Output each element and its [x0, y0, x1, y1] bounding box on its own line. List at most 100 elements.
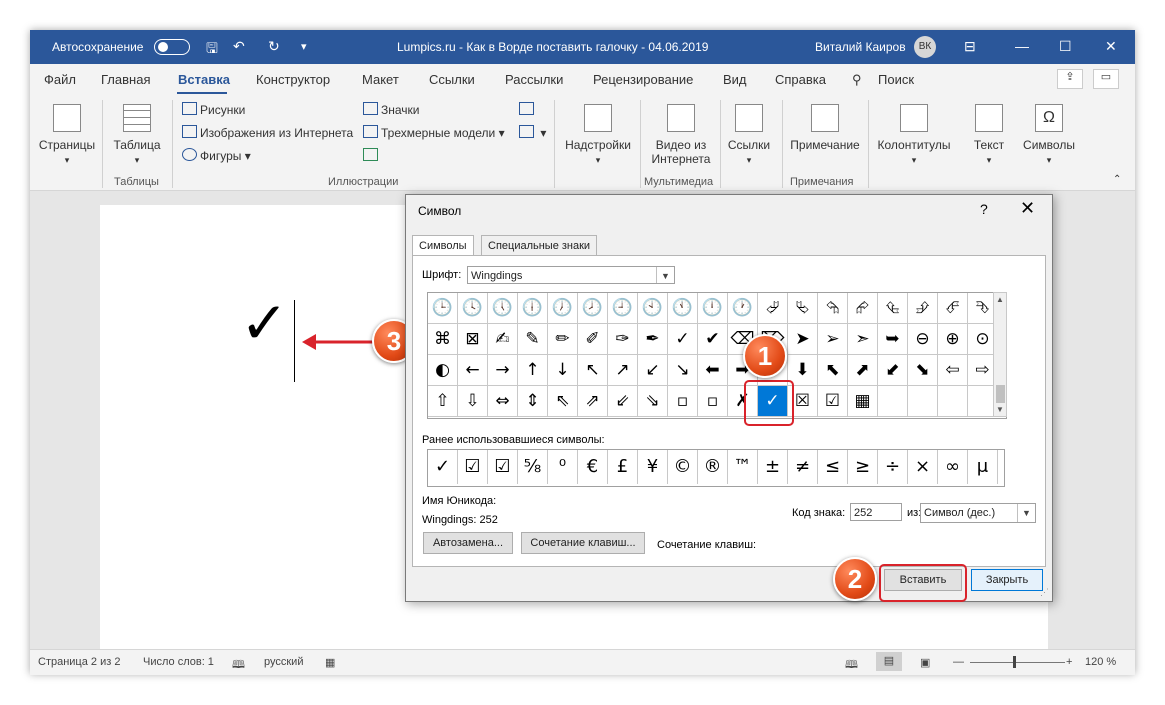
- recent-symbol-cell[interactable]: €: [578, 450, 608, 484]
- tab-review[interactable]: Рецензирование: [593, 72, 693, 87]
- macro-icon[interactable]: ▦: [325, 656, 335, 669]
- symbol-cell[interactable]: ←: [458, 355, 488, 386]
- symbol-cell[interactable]: ✏: [548, 324, 578, 355]
- recent-symbol-cell[interactable]: ≠: [788, 450, 818, 484]
- symbol-cell[interactable]: ➣: [848, 324, 878, 355]
- symbol-cell[interactable]: ⮳: [848, 293, 878, 324]
- comment-button[interactable]: Примечание: [788, 104, 862, 152]
- symbol-cell[interactable]: ⮵: [908, 293, 938, 324]
- online-video-button[interactable]: Видео из Интернета: [646, 104, 716, 166]
- symbol-cell[interactable]: ↗: [608, 355, 638, 386]
- symbol-cell[interactable]: 🕛: [698, 293, 728, 324]
- symbol-cell[interactable]: ↙: [638, 355, 668, 386]
- font-select[interactable]: Wingdings ▼: [467, 266, 675, 284]
- recent-symbol-cell[interactable]: ©: [668, 450, 698, 484]
- symbol-cell[interactable]: [878, 386, 908, 417]
- symbol-cell[interactable]: ⇦: [938, 355, 968, 386]
- symbol-cell[interactable]: ➤: [788, 324, 818, 355]
- recent-symbol-cell[interactable]: ×: [908, 450, 938, 484]
- symbol-cell[interactable]: ⇙: [608, 386, 638, 417]
- symbol-cell[interactable]: ↓: [548, 355, 578, 386]
- save-icon[interactable]: 🖫: [206, 38, 218, 62]
- symbol-cell[interactable]: ⇩: [458, 386, 488, 417]
- scroll-down-icon[interactable]: ▼: [996, 405, 1004, 414]
- tab-view[interactable]: Вид: [723, 72, 747, 87]
- tab-references[interactable]: Ссылки: [429, 72, 475, 87]
- symbol-cell[interactable]: →: [488, 355, 518, 386]
- recent-symbol-cell[interactable]: ⅝: [518, 450, 548, 484]
- symbol-cell[interactable]: ⇖: [548, 386, 578, 417]
- symbol-cell[interactable]: ⬉: [818, 355, 848, 386]
- tab-file[interactable]: Файл: [44, 72, 76, 87]
- symbol-cell[interactable]: ➢: [818, 324, 848, 355]
- help-button[interactable]: ?: [980, 201, 988, 217]
- symbol-cell[interactable]: ⇧: [428, 386, 458, 417]
- symbol-cell[interactable]: 🕕: [518, 293, 548, 324]
- links-button[interactable]: Ссылки ▾: [726, 104, 772, 166]
- shortcut-key-button[interactable]: Сочетание клавиш...: [521, 532, 645, 554]
- tab-design[interactable]: Конструктор: [256, 72, 330, 87]
- symbol-cell[interactable]: 🕔: [488, 293, 518, 324]
- zoom-slider-thumb[interactable]: [1013, 656, 1016, 668]
- symbol-cell[interactable]: ⮱: [788, 293, 818, 324]
- symbol-cell[interactable]: ◐: [428, 355, 458, 386]
- customize-toolbar-icon[interactable]: ▾: [301, 40, 307, 53]
- recent-symbol-cell[interactable]: μ: [968, 450, 998, 484]
- smartart-button[interactable]: [363, 148, 381, 163]
- symbol-cell[interactable]: 🕓: [458, 293, 488, 324]
- collapse-ribbon-icon[interactable]: ⌃: [1113, 174, 1121, 185]
- text-button[interactable]: Текст ▾: [966, 104, 1012, 166]
- tab-symbols[interactable]: Символы: [412, 235, 474, 257]
- maximize-icon[interactable]: ☐: [1059, 38, 1072, 55]
- symbol-cell[interactable]: ✍: [488, 324, 518, 355]
- symbol-cell[interactable]: ⇘: [638, 386, 668, 417]
- symbol-cell[interactable]: ▫: [668, 386, 698, 417]
- symbols-button[interactable]: Ω Символы ▾: [1020, 104, 1078, 166]
- symbol-cell[interactable]: ↖: [578, 355, 608, 386]
- symbol-cell[interactable]: ⊠: [458, 324, 488, 355]
- tab-special-chars[interactable]: Специальные знаки: [481, 235, 598, 256]
- symbol-cell[interactable]: ▦: [848, 386, 878, 417]
- symbol-cell[interactable]: ✎: [518, 324, 548, 355]
- zoom-slider[interactable]: [970, 662, 1065, 663]
- online-pictures-button[interactable]: Изображения из Интернета: [182, 125, 353, 140]
- symbol-cell[interactable]: ⮰: [758, 293, 788, 324]
- addins-button[interactable]: Надстройки ▾: [560, 104, 636, 166]
- symbol-cell[interactable]: ✒: [638, 324, 668, 355]
- recent-symbol-cell[interactable]: ®: [698, 450, 728, 484]
- symbol-cell[interactable]: 🕒: [428, 293, 458, 324]
- table-button[interactable]: Таблица ▾: [108, 104, 166, 166]
- recent-symbol-cell[interactable]: ∞: [938, 450, 968, 484]
- symbol-cell[interactable]: ⮴: [878, 293, 908, 324]
- recent-symbol-cell[interactable]: £: [608, 450, 638, 484]
- recent-symbol-cell[interactable]: ±: [758, 450, 788, 484]
- symbol-cell[interactable]: ↑: [518, 355, 548, 386]
- symbol-cell[interactable]: ⊖: [908, 324, 938, 355]
- recent-symbol-cell[interactable]: ÷: [878, 450, 908, 484]
- user-name[interactable]: Виталий Каиров: [815, 40, 906, 54]
- shapes-button[interactable]: Фигуры ▾: [182, 148, 251, 163]
- minimize-icon[interactable]: —: [1015, 38, 1029, 54]
- symbol-cell[interactable]: ✓: [668, 324, 698, 355]
- page-count[interactable]: Страница 2 из 2: [38, 656, 120, 668]
- avatar[interactable]: ВК: [914, 36, 936, 58]
- symbol-cell[interactable]: ✐: [578, 324, 608, 355]
- screenshot-button[interactable]: ▾: [519, 125, 546, 140]
- pages-button[interactable]: Страницы ▾: [38, 104, 96, 166]
- recent-symbol-cell[interactable]: ¥: [638, 450, 668, 484]
- symbol-cell[interactable]: ⮲: [818, 293, 848, 324]
- symbol-cell[interactable]: 🕖: [548, 293, 578, 324]
- symbol-cell[interactable]: ⊕: [938, 324, 968, 355]
- symbol-cell[interactable]: 🕙: [638, 293, 668, 324]
- symbol-cell[interactable]: 🕚: [668, 293, 698, 324]
- symbol-cell[interactable]: ➥: [878, 324, 908, 355]
- print-layout-icon[interactable]: ▤: [876, 652, 902, 671]
- symbol-cell[interactable]: ⮶: [938, 293, 968, 324]
- autocorrect-button[interactable]: Автозамена...: [423, 532, 513, 554]
- undo-icon[interactable]: ↶: [233, 38, 245, 55]
- recent-symbol-cell[interactable]: ™: [728, 450, 758, 484]
- scroll-thumb[interactable]: [996, 385, 1005, 403]
- symbol-cell[interactable]: ✔: [698, 324, 728, 355]
- symbol-cell[interactable]: ▫: [698, 386, 728, 417]
- icons-button[interactable]: Значки: [363, 102, 420, 117]
